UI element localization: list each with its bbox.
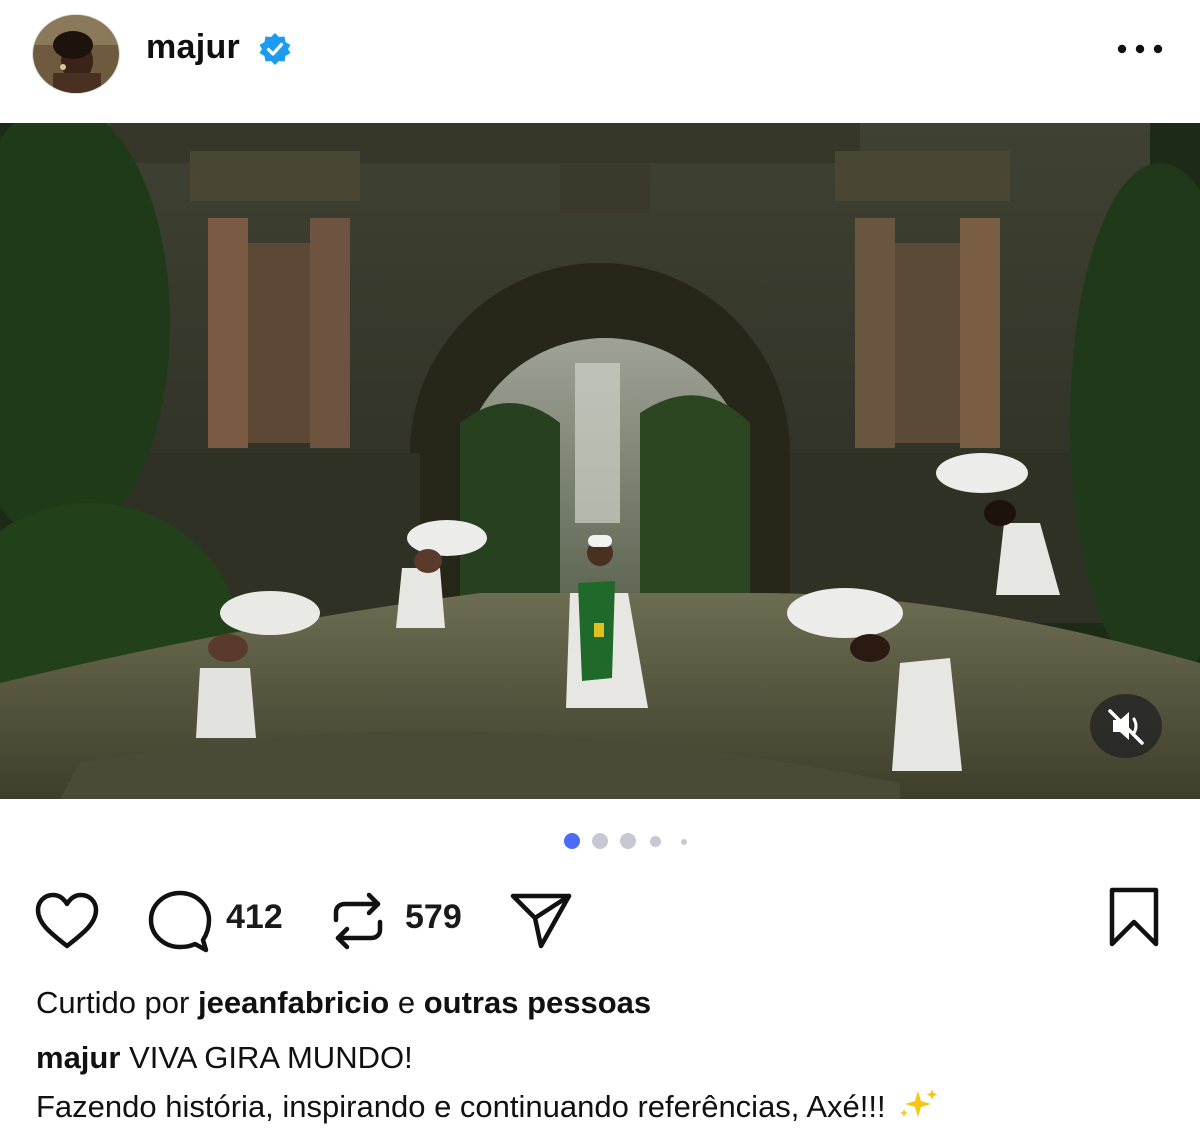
post-header: majur — [0, 0, 1200, 123]
share-button[interactable] — [508, 888, 574, 957]
save-button[interactable] — [1106, 886, 1162, 953]
carousel-indicator — [560, 832, 700, 850]
heart-icon — [35, 892, 99, 949]
carousel-dot — [592, 833, 608, 849]
mute-toggle-button[interactable] — [1090, 694, 1162, 758]
carousel-dot — [650, 836, 661, 847]
liked-by-user-link[interactable]: jeeanfabricio — [198, 985, 389, 1020]
bookmark-icon — [1109, 887, 1159, 947]
repost-button[interactable] — [330, 890, 386, 957]
comment-button[interactable] — [145, 888, 215, 959]
verified-badge-icon — [258, 32, 292, 66]
carousel-dot — [681, 839, 687, 845]
carousel-dot — [620, 833, 636, 849]
caption-text-2: Fazendo história, inspirando e continuan… — [36, 1089, 886, 1124]
action-bar: 412 579 — [0, 880, 1200, 960]
liked-by-joiner: e — [397, 985, 416, 1020]
carousel-dot-active — [564, 833, 580, 849]
send-paper-plane-icon — [510, 893, 572, 949]
repost-count: 579 — [405, 898, 462, 936]
repost-arrows-icon — [333, 892, 383, 950]
post-video[interactable] — [0, 123, 1200, 799]
avatar[interactable] — [32, 14, 120, 94]
caption-username-link[interactable]: majur — [36, 1040, 120, 1075]
comment-count: 412 — [226, 898, 283, 936]
sparkles-icon — [896, 1087, 940, 1121]
liked-by-prefix: Curtido por — [36, 985, 190, 1020]
caption-line-2: Fazendo história, inspirando e continuan… — [36, 1087, 940, 1125]
like-button[interactable] — [32, 890, 102, 959]
muted-speaker-icon — [1108, 709, 1144, 745]
liked-by-text: Curtido por jeeanfabricio e outras pesso… — [36, 985, 651, 1021]
liked-by-others-link[interactable]: outras pessoas — [424, 985, 651, 1020]
caption-text-1: VIVA GIRA MUNDO! — [129, 1040, 413, 1075]
username[interactable]: majur — [146, 28, 240, 67]
comment-bubble-icon — [148, 890, 212, 953]
more-options-button[interactable] — [1114, 40, 1166, 60]
caption-line-1: majur VIVA GIRA MUNDO! — [36, 1040, 413, 1076]
